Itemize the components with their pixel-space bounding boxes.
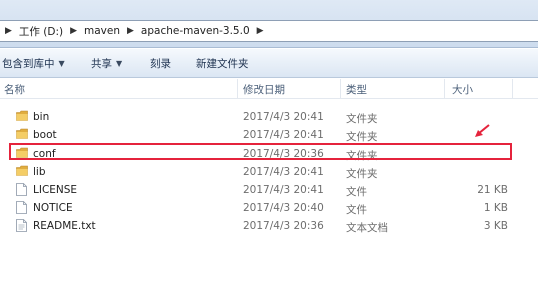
chevron-down-icon: ▼ (58, 59, 65, 68)
file-name: LICENSE (33, 184, 78, 196)
highlight-annotation-box (9, 143, 512, 160)
file-size: 3 KB (483, 220, 508, 232)
address-bar: ▶ 工作 (D:) ▶ maven ▶ apache-maven-3.5.0 ▶ (0, 0, 538, 48)
file-modified-date: 2017/4/3 20:41 (243, 111, 324, 123)
file-name: README.txt (33, 220, 96, 232)
file-row[interactable]: NOTICE 2017/4/3 20:40 文件 1 KB (10, 199, 510, 218)
file-type: 文件 (346, 186, 367, 198)
include-in-library-button[interactable]: 包含到库中 ▼ (2, 49, 65, 78)
share-label: 共享 (91, 58, 112, 70)
include-in-library-label: 包含到库中 (2, 58, 55, 70)
column-date-header[interactable]: 修改日期 (243, 82, 285, 97)
file-size: 1 KB (483, 202, 508, 214)
burn-label: 刻录 (150, 58, 171, 70)
file-modified-date: 2017/4/3 20:40 (243, 202, 324, 214)
file-size: 21 KB (477, 184, 508, 196)
file-type: 文件夹 (346, 168, 378, 180)
column-name-header[interactable]: 名称 (4, 82, 25, 97)
file-type: 文本文档 (346, 222, 388, 234)
file-name: boot (33, 129, 57, 141)
column-divider[interactable] (444, 79, 445, 99)
column-header: 名称 修改日期 类型 大小 (0, 79, 538, 99)
breadcrumb-drive[interactable]: 工作 (D:) (19, 24, 63, 39)
burn-button[interactable]: 刻录 (150, 49, 171, 78)
new-folder-button[interactable]: 新建文件夹 (196, 49, 249, 78)
folder-icon (16, 128, 28, 142)
column-size-header[interactable]: 大小 (452, 82, 473, 97)
command-toolbar: 包含到库中 ▼ 共享 ▼ 刻录 新建文件夹 (0, 49, 538, 78)
folder-icon (16, 165, 28, 179)
file-name: NOTICE (33, 202, 73, 214)
column-divider[interactable] (340, 79, 341, 99)
file-row[interactable]: LICENSE 2017/4/3 20:41 文件 21 KB (10, 181, 510, 200)
file-type: 文件 (346, 204, 367, 216)
address-breadcrumb[interactable]: ▶ 工作 (D:) ▶ maven ▶ apache-maven-3.5.0 ▶ (0, 20, 538, 42)
file-modified-date: 2017/4/3 20:41 (243, 184, 324, 196)
breadcrumb-apache-maven[interactable]: apache-maven-3.5.0 (141, 25, 250, 37)
breadcrumb-chevron-icon[interactable]: ▶ (5, 26, 12, 36)
file-row[interactable]: bin 2017/4/3 20:41 文件夹 (10, 108, 510, 127)
file-type: 文件夹 (346, 113, 378, 125)
breadcrumb-chevron-icon[interactable]: ▶ (70, 26, 77, 36)
file-row[interactable]: README.txt 2017/4/3 20:36 文本文档 3 KB (10, 217, 510, 236)
red-arrow-annotation-icon (475, 124, 490, 137)
file-name: lib (33, 166, 46, 178)
file-modified-date: 2017/4/3 20:36 (243, 220, 324, 232)
chevron-down-icon: ▼ (116, 59, 123, 68)
column-divider[interactable] (512, 79, 513, 99)
file-modified-date: 2017/4/3 20:41 (243, 129, 324, 141)
share-button[interactable]: 共享 ▼ (91, 49, 122, 78)
column-divider[interactable] (237, 79, 238, 99)
breadcrumb-maven[interactable]: maven (84, 25, 120, 37)
file-icon (16, 201, 27, 217)
file-row[interactable]: lib 2017/4/3 20:41 文件夹 (10, 163, 510, 182)
breadcrumb-chevron-icon[interactable]: ▶ (257, 26, 264, 36)
column-type-header[interactable]: 类型 (346, 82, 367, 97)
folder-icon (16, 110, 28, 124)
text-file-icon (16, 219, 27, 235)
file-name: bin (33, 111, 50, 123)
file-icon (16, 183, 27, 199)
file-type: 文件夹 (346, 131, 378, 143)
breadcrumb-chevron-icon[interactable]: ▶ (127, 26, 134, 36)
new-folder-label: 新建文件夹 (196, 58, 249, 70)
file-modified-date: 2017/4/3 20:41 (243, 166, 324, 178)
